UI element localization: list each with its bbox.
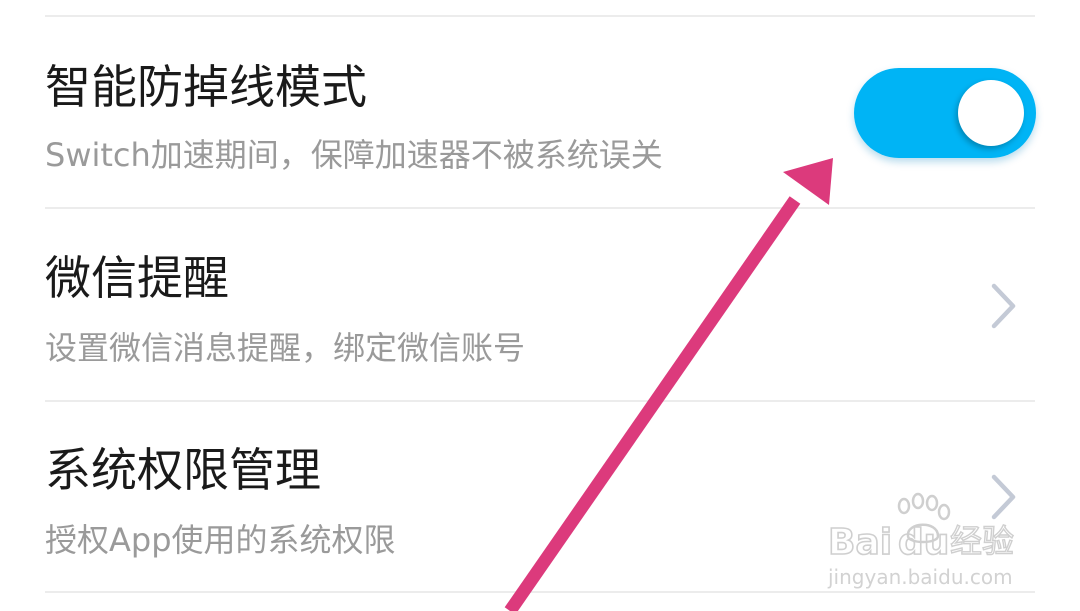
svg-text:Bai: Bai — [828, 522, 892, 563]
svg-text:经验: 经验 — [950, 522, 1014, 560]
svg-text:du: du — [898, 522, 949, 563]
settings-screen: 智能防掉线模式 Switch加速期间，保障加速器不被系统误关 微信提醒 设置微信… — [0, 0, 1080, 611]
baidu-jingyan-watermark-icon: Bai du 经验 jingyan.baidu.com — [827, 492, 1015, 589]
svg-text:jingyan.baidu.com: jingyan.baidu.com — [827, 565, 1013, 589]
